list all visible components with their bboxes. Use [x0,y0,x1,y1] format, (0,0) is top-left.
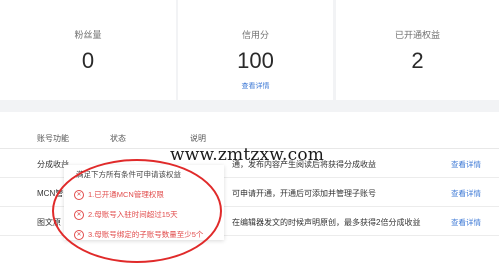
column-header-description: 说明 [190,134,206,143]
credit-score-details-link[interactable]: 查看详情 [178,81,333,91]
view-details-link[interactable]: 查看详情 [451,188,481,199]
highlight-circle [52,159,222,263]
stats-panel: 粉丝量 0 信用分 100 查看详情 已开通权益 2 [0,0,499,112]
column-header-function: 账号功能 [37,134,69,143]
row-description: 可申请开通，开通后可添加并管理子账号 [232,189,376,198]
credit-score-card: 信用分 100 查看详情 [178,0,333,100]
credit-score-value: 100 [237,48,274,73]
view-details-link[interactable]: 查看详情 [451,217,481,228]
column-header-status: 状态 [110,134,126,143]
followers-value: 0 [81,48,95,73]
credit-score-label: 信用分 [241,30,269,40]
row-description: 在编辑器发文的时候声明原创，最多获得2倍分成收益 [232,218,421,227]
enabled-benefits-label: 已开通权益 [394,30,440,40]
enabled-benefits-value: 2 [411,48,424,73]
watermark: www.zmtzxw.com [170,145,325,165]
view-details-link[interactable]: 查看详情 [451,159,481,170]
enabled-benefits-card: 已开通权益 2 [336,0,499,100]
followers-label: 粉丝量 [74,30,102,40]
followers-card: 粉丝量 0 [0,0,176,100]
